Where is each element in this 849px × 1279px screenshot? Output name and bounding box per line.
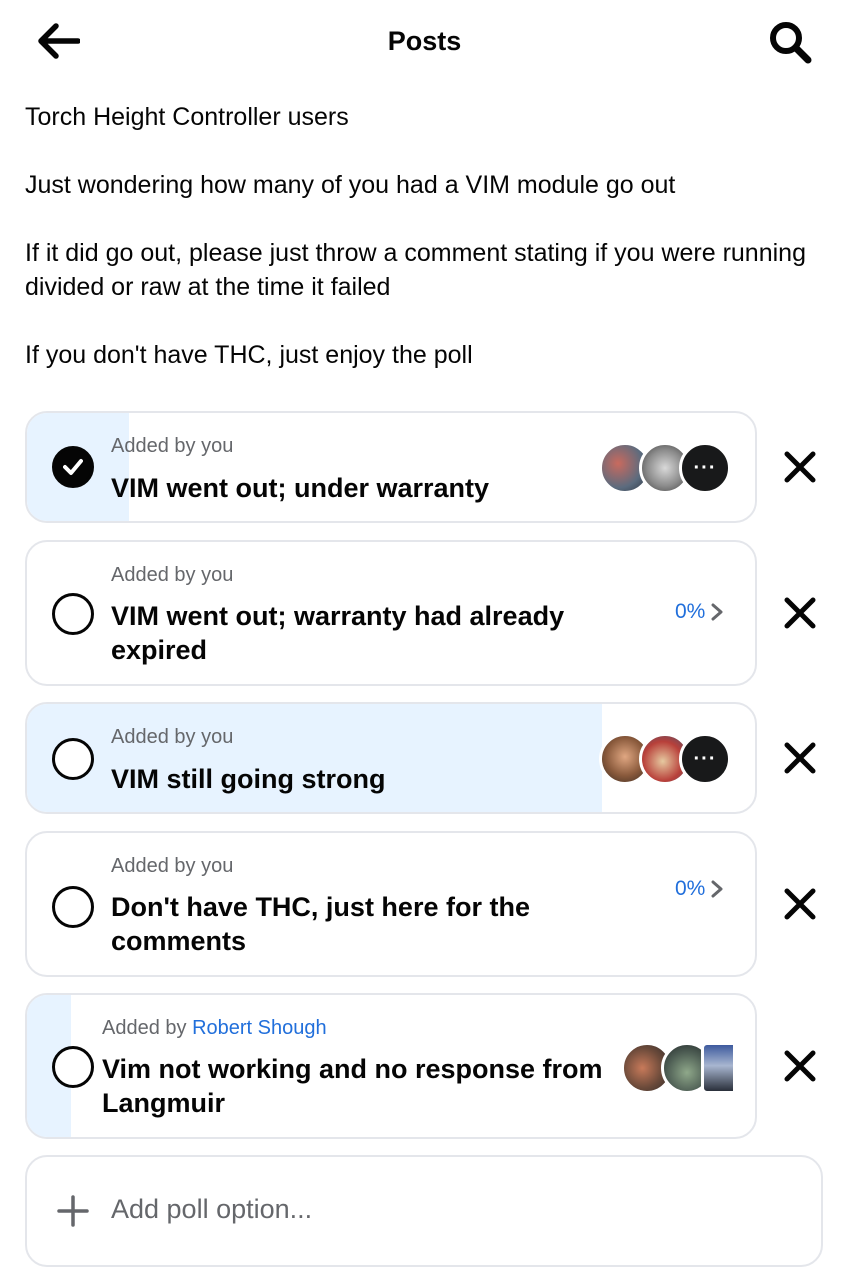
added-by: Added by you [111,726,233,749]
option-radio[interactable] [52,886,94,928]
added-by-name[interactable]: Robert Shough [192,1017,327,1039]
added-by-name: you [201,435,234,457]
post-paragraph: If you don't have THC, just enjoy the po… [25,341,473,369]
close-icon [784,597,816,629]
added-by-prefix: Added by [111,564,202,586]
remove-option-button[interactable] [776,880,824,928]
top-bar: Posts [0,0,849,84]
close-icon [784,742,816,774]
voter-avatars[interactable]: ··· [599,733,733,785]
added-by: Added by you [111,855,233,878]
close-icon [784,451,816,483]
remove-option-button[interactable] [776,734,824,782]
added-by-name: you [201,564,234,586]
added-by: Added by Robert Shough [102,1017,327,1040]
added-by: Added by you [111,435,233,458]
added-by-prefix: Added by [102,1017,193,1039]
voter-avatars[interactable]: ··· [599,442,733,494]
remove-option-button[interactable] [776,443,824,491]
option-label: Vim not working and no response from Lan… [102,1054,603,1118]
added-by-name: you [201,726,234,748]
voter-avatar [701,1042,733,1094]
plus-icon [57,1195,89,1227]
chevron-right-icon [711,603,723,621]
poll-option[interactable]: Added by you VIM went out; under warrant… [25,411,757,523]
chevron-right-icon [711,880,723,898]
option-label: Don't have THC, just here for the commen… [111,892,530,956]
option-radio[interactable] [52,738,94,780]
post-body: Torch Height Controller users Just wonde… [25,100,815,406]
vote-percentage[interactable]: 0% [675,600,723,624]
post-paragraph: Just wondering how many of you had a VIM… [25,171,676,199]
poll-option[interactable]: Added by you VIM went out; warranty had … [25,540,757,686]
option-radio[interactable] [52,1046,94,1088]
more-voters-icon: ··· [679,442,731,494]
percentage-value: 0% [675,600,706,623]
search-icon [770,22,812,64]
add-poll-option-label: Add poll option... [111,1194,313,1224]
page-title: Posts [387,26,462,56]
post-paragraph: Torch Height Controller users [25,103,349,131]
more-voters-icon: ··· [679,733,731,785]
option-radio-checked[interactable] [52,446,94,488]
percentage-value: 0% [675,877,706,900]
option-label: VIM still going strong [111,764,386,794]
option-radio[interactable] [52,593,94,635]
added-by: Added by you [111,564,233,587]
poll-option[interactable]: Added by you VIM still going strong ··· [25,702,757,814]
post-paragraph: If it did go out, please just throw a co… [25,239,806,301]
added-by-prefix: Added by [111,726,202,748]
poll-option[interactable]: Added by Robert Shough Vim not working a… [25,993,757,1139]
added-by-name: you [201,855,234,877]
close-icon [784,1050,816,1082]
vote-percentage[interactable]: 0% [675,877,723,901]
added-by-prefix: Added by [111,435,202,457]
close-icon [784,888,816,920]
remove-option-button[interactable] [776,1042,824,1090]
poll-option[interactable]: Added by you Don't have THC, just here f… [25,831,757,977]
voter-avatars[interactable] [621,1042,733,1094]
option-label: VIM went out; warranty had already expir… [111,601,565,665]
added-by-prefix: Added by [111,855,202,877]
check-icon [63,459,83,475]
remove-option-button[interactable] [776,589,824,637]
add-poll-option-button[interactable]: Add poll option... [25,1155,823,1267]
option-label: VIM went out; under warranty [111,473,490,503]
search-button[interactable] [764,18,816,66]
